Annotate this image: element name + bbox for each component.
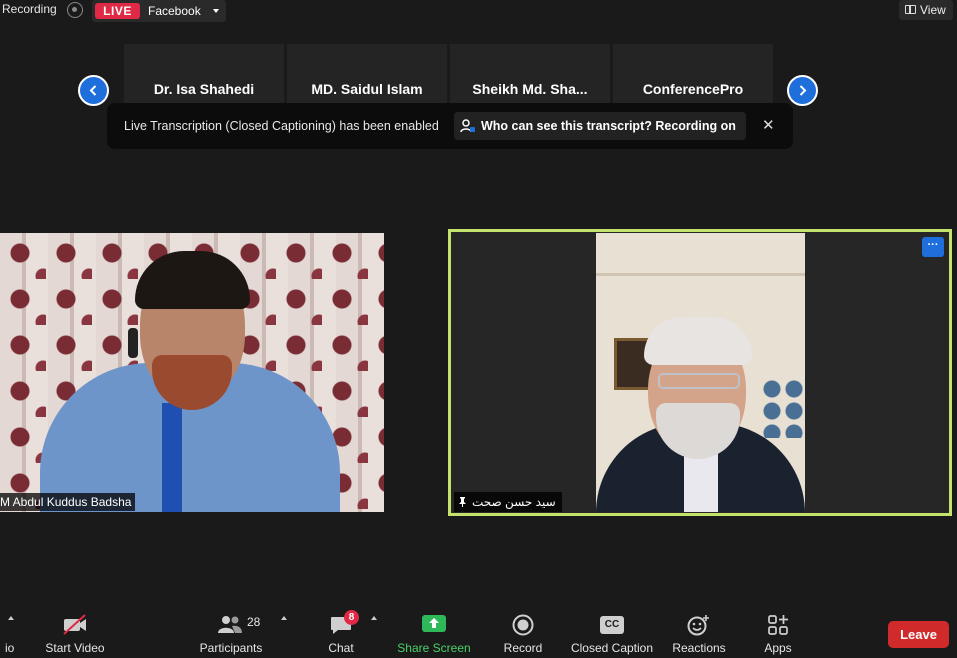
leave-button[interactable]: Leave [888,621,949,648]
record-label: Record [503,641,543,655]
audio-label: io [5,641,15,655]
video-off-icon [63,614,86,635]
apps-icon [768,615,788,635]
meeting-toolbar: io Start Video Participants Chat Share S… [0,604,957,658]
view-button[interactable]: View [899,0,953,20]
reactions-icon [687,615,709,636]
next-page-button[interactable] [787,75,818,106]
chevron-right-icon [799,85,807,96]
recording-status-icon[interactable] [67,2,83,18]
grid-view-icon [905,5,916,14]
recording-label: Recording [2,2,57,16]
shirt-pattern [162,403,182,512]
participant-name: MD. Saidul Islam [311,81,423,97]
apps-label: Apps [764,641,792,655]
video-tile-active-speaker[interactable] [448,229,952,516]
user-lock-icon [460,119,475,133]
participant-name: ConferencePro [642,81,744,97]
participants-options-caret[interactable] [281,616,287,620]
share-screen-label: Share Screen [397,641,471,655]
participant-name: Sheikh Md. Sha... [472,81,588,97]
wall-molding [596,273,805,276]
chevron-down-icon [213,9,219,13]
participant-name: سید حسن صحت [472,495,556,509]
participant-name: Dr. Isa Shahedi [153,81,255,97]
transcription-banner: Live Transcription (Closed Captioning) h… [107,103,793,149]
reactions-label: Reactions [672,641,726,655]
video-tile-left[interactable] [0,233,384,512]
participants-icon [218,616,242,633]
previous-page-button[interactable] [78,75,109,106]
start-video-label: Start Video [45,641,105,655]
chat-label: Chat [328,641,354,655]
participants-label: Participants [199,641,263,655]
chat-options-caret[interactable] [371,616,377,620]
participants-count: 28 [247,615,261,629]
record-icon [512,614,534,636]
close-icon[interactable]: ✕ [762,116,775,134]
transcript-visibility-button[interactable]: Who can see this transcript? Recording o… [454,112,746,140]
view-label: View [920,3,946,17]
glasses [658,373,740,389]
speaker-video [596,233,805,512]
live-badge: LIVE [95,3,140,19]
chevron-left-icon [89,85,97,96]
person-hair [644,317,752,365]
closed-caption-label: Closed Caption [570,641,654,655]
closed-caption-icon: CC [600,616,624,634]
headset-icon [128,328,138,358]
transcript-visibility-label: Who can see this transcript? Recording o… [481,119,736,133]
more-options-button[interactable]: ··· [922,237,944,257]
banner-message: Live Transcription (Closed Captioning) h… [124,119,439,133]
audio-options-caret[interactable] [8,616,14,620]
participant-name-tag: M Abdul Kuddus Badsha [0,493,136,511]
live-stream-control[interactable]: LIVE Facebook [92,0,226,22]
decorative-plates [761,378,805,438]
pin-icon [459,497,466,507]
chat-unread-badge: 8 [344,610,359,625]
participant-name-tag: سید حسن صحت [454,492,562,512]
share-screen-icon [422,615,446,632]
stream-target-dropdown[interactable]: Facebook [148,0,201,22]
